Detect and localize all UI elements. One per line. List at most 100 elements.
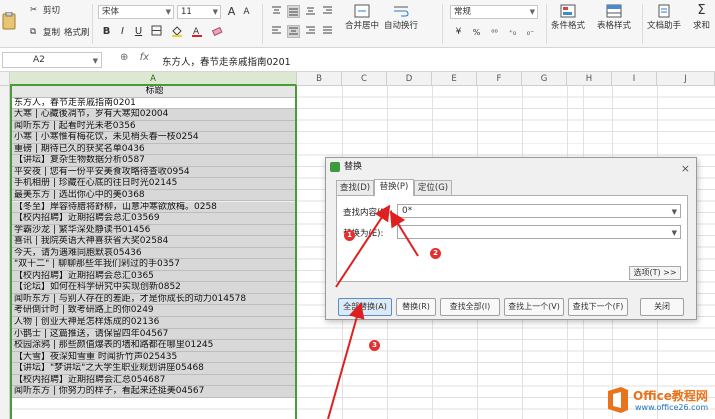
replace-button[interactable]: 替换(R) — [396, 298, 436, 316]
formula-input[interactable]: 东方人，春节走亲戚指南0201 — [162, 54, 291, 68]
decrease-decimal-button[interactable]: ₀⁻ — [524, 26, 537, 39]
copy-icon: ⧉ — [30, 26, 37, 37]
replace-all-button[interactable]: 全部替换(A) — [338, 298, 392, 316]
find-input[interactable]: 0* ▼ — [397, 204, 681, 218]
number-format-select[interactable]: 常规 ▼ — [450, 5, 538, 19]
column-header-a[interactable]: A — [10, 72, 297, 86]
replace-input[interactable]: ▼ — [397, 225, 681, 239]
column-header-d[interactable]: D — [387, 72, 432, 86]
border-button[interactable] — [150, 25, 163, 38]
table-row[interactable]: 今天，请为遇难同胞默哀05436 — [12, 247, 295, 260]
column-a-selection[interactable]: 标题 东方人，春节走亲戚指南0201 大寒 | 心藏後凋节，岁有大寒知02004 闻… — [10, 86, 297, 419]
column-header-h[interactable]: H — [567, 72, 612, 86]
table-row[interactable]: 重磅 | 期待已久的获奖名单0436 — [12, 143, 295, 156]
table-row[interactable]: 闻听东方 | 与别人存在的差距，才是你成长的动力014578 — [12, 293, 295, 306]
table-row[interactable]: 东方人，春节走亲戚指南0201 — [12, 97, 295, 110]
font-color-button[interactable]: A — [190, 25, 203, 38]
tab-replace[interactable]: 替换(P) — [374, 179, 414, 196]
merge-center-button[interactable]: 合并居中 — [345, 4, 379, 31]
table-row[interactable]: 闻听东方 | 起看时光未老0356 — [12, 120, 295, 133]
chevron-down-icon[interactable]: ▼ — [672, 206, 677, 218]
table-row[interactable]: 喜讯 | 我院英语大神喜获省大奖02584 — [12, 236, 295, 248]
align-middle-button[interactable] — [287, 5, 300, 18]
auto-wrap-button[interactable]: 自动换行 — [384, 4, 418, 31]
table-row[interactable]: 小鹊士 | 这篇推送，请保留四年04567 — [12, 328, 295, 341]
find-previous-button[interactable]: 查找上一个(V) — [504, 298, 564, 316]
percent-button[interactable]: % — [470, 26, 483, 39]
column-header-c[interactable]: C — [342, 72, 387, 86]
distribute-button[interactable] — [321, 25, 334, 38]
underline-button[interactable]: U — [132, 25, 145, 38]
copy-label: 复制 — [43, 28, 61, 38]
align-top-button[interactable] — [270, 5, 283, 18]
table-row[interactable]: 【冬至】岸容待腊将舒柳，山意冲寒欲放梅。0258 — [12, 201, 295, 214]
format-painter-button[interactable]: 格式刷 — [64, 26, 90, 38]
table-row[interactable]: "双十二" | 聊聊那些年我们剁过的手0357 — [12, 259, 295, 271]
italic-button[interactable]: I — [116, 25, 129, 38]
column-header-i[interactable]: I — [612, 72, 657, 86]
table-row[interactable]: 学霸沙龙 | 繁华深处静读书01456 — [12, 224, 295, 237]
indent-button[interactable] — [321, 5, 334, 18]
close-icon[interactable]: × — [681, 160, 690, 178]
chevron-down-icon[interactable]: ▼ — [672, 227, 677, 239]
clear-format-button[interactable] — [210, 25, 223, 38]
column-header-j[interactable]: J — [657, 72, 715, 86]
table-row[interactable]: 【校内招聘】近期招聘会汇总054687 — [12, 374, 295, 387]
sum-button[interactable]: Σ 求和 — [693, 4, 710, 32]
table-style-button[interactable]: 表格样式 — [597, 4, 631, 31]
column-header-f[interactable]: F — [477, 72, 522, 86]
font-size-select[interactable]: 11 ▼ — [177, 5, 221, 19]
table-row[interactable]: 【论坛】如何在科学研究中实现创新0852 — [12, 282, 295, 294]
table-row[interactable]: 考研倒计时 | 致考研路上的你0249 — [12, 305, 295, 317]
cut-button[interactable]: ✂ 剪切 — [30, 4, 60, 17]
currency-button[interactable]: ¥ — [452, 26, 465, 39]
table-row[interactable]: 大寒 | 心藏後凋节，岁有大寒知02004 — [12, 109, 295, 121]
table-row[interactable]: 人物 | 创业大神是怎样炼成的02136 — [12, 317, 295, 329]
close-button[interactable]: 关闭 — [640, 298, 684, 316]
font-size-value: 11 — [181, 7, 192, 17]
fill-color-button[interactable] — [170, 25, 183, 38]
fill-bucket-icon — [171, 26, 182, 37]
column-header-e[interactable]: E — [432, 72, 477, 86]
fx-icon[interactable]: fx — [140, 52, 149, 63]
table-row[interactable]: 【校内招聘】近期招聘会总汇03569 — [12, 213, 295, 225]
header-cell[interactable]: 标题 — [12, 86, 295, 98]
row-headers[interactable] — [0, 86, 10, 419]
table-row[interactable]: 【大雪】夜深知雪重 时闻折竹声025435 — [12, 351, 295, 364]
align-bottom-button[interactable] — [304, 5, 317, 18]
find-all-button[interactable]: 查找全部(I) — [440, 298, 500, 316]
find-next-button[interactable]: 查找下一个(F) — [568, 298, 628, 316]
step-marker-3: 3 — [369, 340, 380, 351]
thousands-button[interactable]: ⁰⁰ — [488, 26, 501, 39]
table-row[interactable]: 最美东方 | 选出你心中的美0368 — [12, 189, 295, 202]
name-box[interactable]: A2 ▼ — [2, 52, 102, 68]
zoom-icon[interactable]: ⊕ — [120, 52, 128, 63]
conditional-format-button[interactable]: 条件格式 — [551, 4, 585, 31]
border-icon — [151, 25, 162, 36]
doc-assistant-button[interactable]: 文档助手 — [647, 4, 681, 31]
table-row[interactable]: 手机相册 | 珍藏在心底的往日时光02145 — [12, 178, 295, 190]
table-row[interactable]: 【讲坛】复杂生物数据分析0587 — [12, 155, 295, 167]
options-button[interactable]: 选项(T) >> — [629, 266, 681, 280]
copy-button[interactable]: ⧉ 复制 — [30, 26, 61, 39]
table-row[interactable]: 【讲坛】"梦讲坛"之大学生职业规划讲座05468 — [12, 363, 295, 375]
increase-decimal-button[interactable]: ⁺₀ — [506, 26, 519, 39]
table-row[interactable]: 小寒 | 小寒惟有梅花饮，未见梢头春一枝0254 — [12, 132, 295, 144]
select-all-corner[interactable] — [0, 72, 10, 86]
align-right-button[interactable] — [304, 25, 317, 38]
tab-goto[interactable]: 定位(G) — [414, 180, 452, 196]
increase-font-button[interactable]: A — [225, 5, 238, 18]
font-name-select[interactable]: 宋体 ▼ — [98, 5, 174, 19]
table-row[interactable]: 校园涂鸦 | 那些颜值爆表的墙和路都在哪里01245 — [12, 340, 295, 352]
column-header-b[interactable]: B — [297, 72, 342, 86]
column-header-g[interactable]: G — [522, 72, 567, 86]
bold-button[interactable]: B — [100, 25, 113, 38]
tab-find[interactable]: 查找(D) — [336, 180, 374, 196]
table-row[interactable]: 平安夜 | 您有一份平安美食攻略待查收0954 — [12, 166, 295, 179]
align-left-button[interactable] — [270, 25, 283, 38]
paste-button[interactable] — [2, 12, 16, 30]
table-row[interactable]: 【校内招聘】近期招聘会总汇0365 — [12, 270, 295, 283]
align-center-button[interactable] — [287, 25, 300, 38]
decrease-font-button[interactable]: A — [240, 6, 253, 19]
table-row[interactable]: 闻听东方 | 你努力的样子，看起来还挺美04567 — [12, 386, 295, 398]
